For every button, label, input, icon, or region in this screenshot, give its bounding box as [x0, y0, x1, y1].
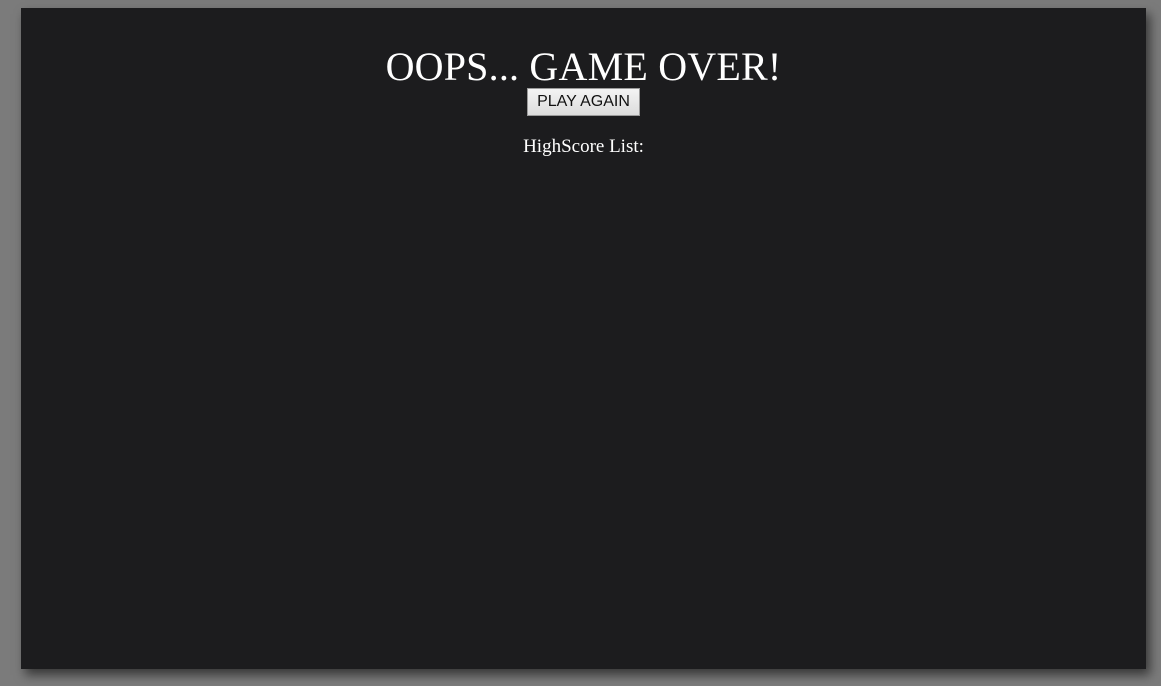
play-again-button[interactable]: PLAY AGAIN	[527, 88, 640, 116]
highscore-list-label: HighScore List:	[523, 136, 644, 157]
game-over-panel: OOPS... GAME OVER! PLAY AGAIN HighScore …	[21, 8, 1146, 669]
game-over-title: OOPS... GAME OVER!	[385, 44, 782, 89]
